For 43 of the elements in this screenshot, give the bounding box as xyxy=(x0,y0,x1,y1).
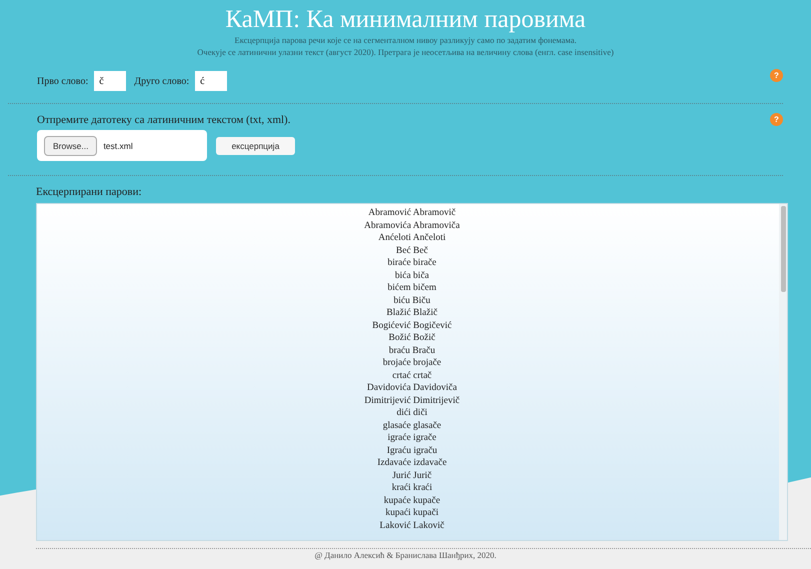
subtitle-text: Ексцерпција парова речи које се на сегменталном нивоу разликују само по задатим фонемама. xyxy=(234,34,578,46)
word-pair: brojaće brojače xyxy=(382,357,442,370)
word-pair: biraće birače xyxy=(386,257,438,270)
upload-label: Отпремите датотеку са латиничним текстом (txt, xml). xyxy=(37,114,290,126)
word-pair: bića biča xyxy=(394,270,430,282)
word-pair: Beć Beč xyxy=(395,244,429,257)
word-pair: Izdavaće izdavače xyxy=(376,457,448,470)
word-pair: Božić Božič xyxy=(388,332,436,344)
results-label: Ексцерпирани парови: xyxy=(36,186,142,198)
word-pair: Blažić Blažič xyxy=(386,307,438,320)
word-pair: kraći kraći xyxy=(390,482,434,494)
word-pair: Davidovića Davidoviča xyxy=(366,382,458,394)
word-pair: igraće igrače xyxy=(386,432,438,444)
word-pair: Abramovića Abramoviča xyxy=(363,220,461,232)
scrollbar-thumb[interactable] xyxy=(781,206,786,292)
word-pair: Bogićević Bogičević xyxy=(371,320,453,332)
scrollbar[interactable] xyxy=(779,204,787,540)
page-title: КаМП: Ка минималним паровима xyxy=(224,6,587,34)
word-pair: Abramović Abramovič xyxy=(367,207,457,220)
input-field[interactable]: ć xyxy=(195,71,228,91)
results-textarea[interactable] xyxy=(36,203,788,541)
subtitle-text: Очекује се латинични улазни текст (август 2020). Претрага је неосетљива на величину слова (енгл. case insensitive) xyxy=(196,46,615,58)
field-label: Прво слово: xyxy=(37,76,88,86)
word-pair: Jurić Jurič xyxy=(391,470,433,482)
word-pair: crtać crtač xyxy=(391,370,433,382)
word-pair: Anćeloti Ančeloti xyxy=(377,232,447,244)
word-pair: kupaće kupače xyxy=(382,494,442,507)
word-pair: bićem bičem xyxy=(386,282,438,294)
browse-button[interactable]: Browse... xyxy=(44,136,98,156)
field-label: Друго слово: xyxy=(134,76,190,86)
extract-button[interactable]: ексцерпција xyxy=(216,136,295,154)
word-pair: Dimitrijević Dimitrijevič xyxy=(363,394,461,407)
word-pair: Laković Lakovič xyxy=(378,520,446,532)
file-name: test.xml xyxy=(103,140,133,150)
word-pair: Igraću igraču xyxy=(386,444,438,457)
file-input[interactable]: Browse... test.xml xyxy=(37,130,207,161)
input-field[interactable]: č xyxy=(94,71,126,91)
word-pair: kupaći kupači xyxy=(384,507,440,520)
word-pair: braću Braču xyxy=(388,344,436,357)
word-pair: biću Biču xyxy=(392,294,432,307)
word-pair: dići diči xyxy=(396,407,428,420)
footer-text: @ Данило Алексић & Бранислава Шанђрих, 2020. xyxy=(314,550,498,560)
word-pair: glasaće glasače xyxy=(382,420,442,432)
